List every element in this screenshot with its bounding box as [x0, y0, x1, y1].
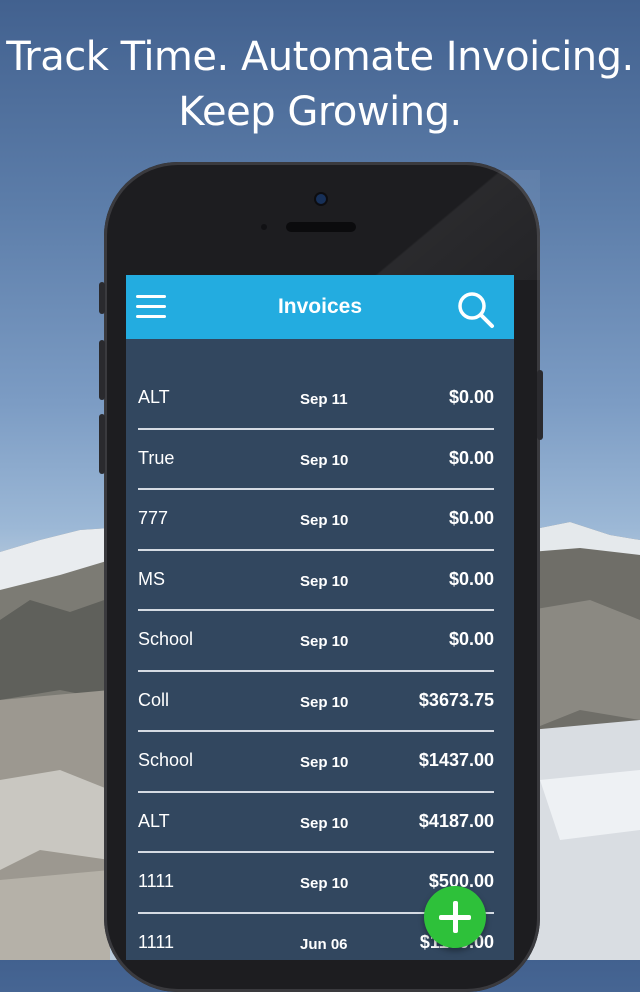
phone-glass-reflection: [360, 170, 540, 280]
invoice-amount: $0.00: [448, 508, 494, 528]
hamburger-menu-icon[interactable]: [136, 295, 166, 319]
invoice-date: Sep 10: [300, 754, 349, 771]
invoice-client-name: ALT: [138, 387, 170, 407]
invoice-client-name: 777: [138, 508, 169, 528]
invoice-row[interactable]: True Sep 10 $0.00: [126, 430, 514, 490]
front-camera: [316, 194, 326, 204]
invoice-date: Sep 10: [300, 814, 349, 832]
invoice-amount: $0.00: [448, 447, 494, 468]
invoice-amount: $0.00: [448, 629, 494, 649]
phone-screen: Invoices ALT Sep 11 $0.00 True Sep 10 $0…: [126, 275, 514, 960]
invoice-client-name: School: [138, 750, 194, 770]
invoice-date: Sep 10: [300, 693, 349, 711]
promo-line-2: Keep Growing.: [178, 89, 462, 135]
promo-line-1: Track Time. Automate Invoicing.: [6, 34, 634, 80]
invoice-client-name: School: [138, 629, 194, 649]
invoice-date: Sep 10: [300, 451, 349, 469]
invoice-date: Sep 10: [300, 875, 349, 892]
invoice-client-name: True: [138, 447, 175, 468]
invoice-amount: $0.00: [448, 568, 494, 589]
invoice-amount: $1437.00: [418, 750, 494, 770]
invoice-row[interactable]: ALT Sep 10 $4187.00: [126, 793, 514, 853]
add-invoice-button[interactable]: [424, 886, 486, 948]
phone-power-button: [537, 370, 543, 440]
invoice-client-name: ALT: [138, 810, 170, 831]
invoice-date: Sep 10: [300, 512, 349, 529]
invoice-date: Sep 10: [300, 572, 349, 590]
invoice-client-name: MS: [138, 568, 165, 589]
invoice-date: Sep 11: [300, 391, 348, 408]
invoice-amount: $0.00: [448, 387, 494, 407]
proximity-sensor: [261, 224, 267, 230]
invoice-row[interactable]: School Sep 10 $0.00: [126, 611, 514, 672]
invoice-client-name: 1111: [138, 871, 175, 891]
invoice-client-name: Coll: [138, 689, 170, 710]
plus-icon-vertical: [453, 901, 458, 933]
phone-volume-up-button: [99, 340, 105, 400]
invoice-row[interactable]: School Sep 10 $1437.00: [126, 732, 514, 793]
promo-headline: Track Time. Automate Invoicing. Keep Gro…: [0, 30, 640, 140]
invoice-row[interactable]: ALT Sep 11 $0.00: [126, 369, 514, 430]
phone-volume-down-button: [99, 414, 105, 474]
search-icon[interactable]: [456, 290, 496, 330]
invoice-date: Sep 10: [300, 633, 349, 650]
invoice-row[interactable]: MS Sep 10 $0.00: [126, 551, 514, 611]
invoice-date: Jun 06: [300, 935, 348, 953]
invoice-list: ALT Sep 11 $0.00 True Sep 10 $0.00 777 S…: [126, 369, 514, 960]
invoice-row[interactable]: Coll Sep 10 $3673.75: [126, 672, 514, 732]
phone-side-button: [99, 282, 105, 314]
invoice-client-name: 1111: [138, 931, 175, 952]
invoice-amount: $3673.75: [418, 689, 494, 710]
invoice-amount: $4187.00: [418, 810, 494, 831]
invoice-row[interactable]: 777 Sep 10 $0.00: [126, 490, 514, 551]
earpiece-speaker: [286, 222, 356, 232]
app-bar: Invoices: [126, 275, 514, 339]
